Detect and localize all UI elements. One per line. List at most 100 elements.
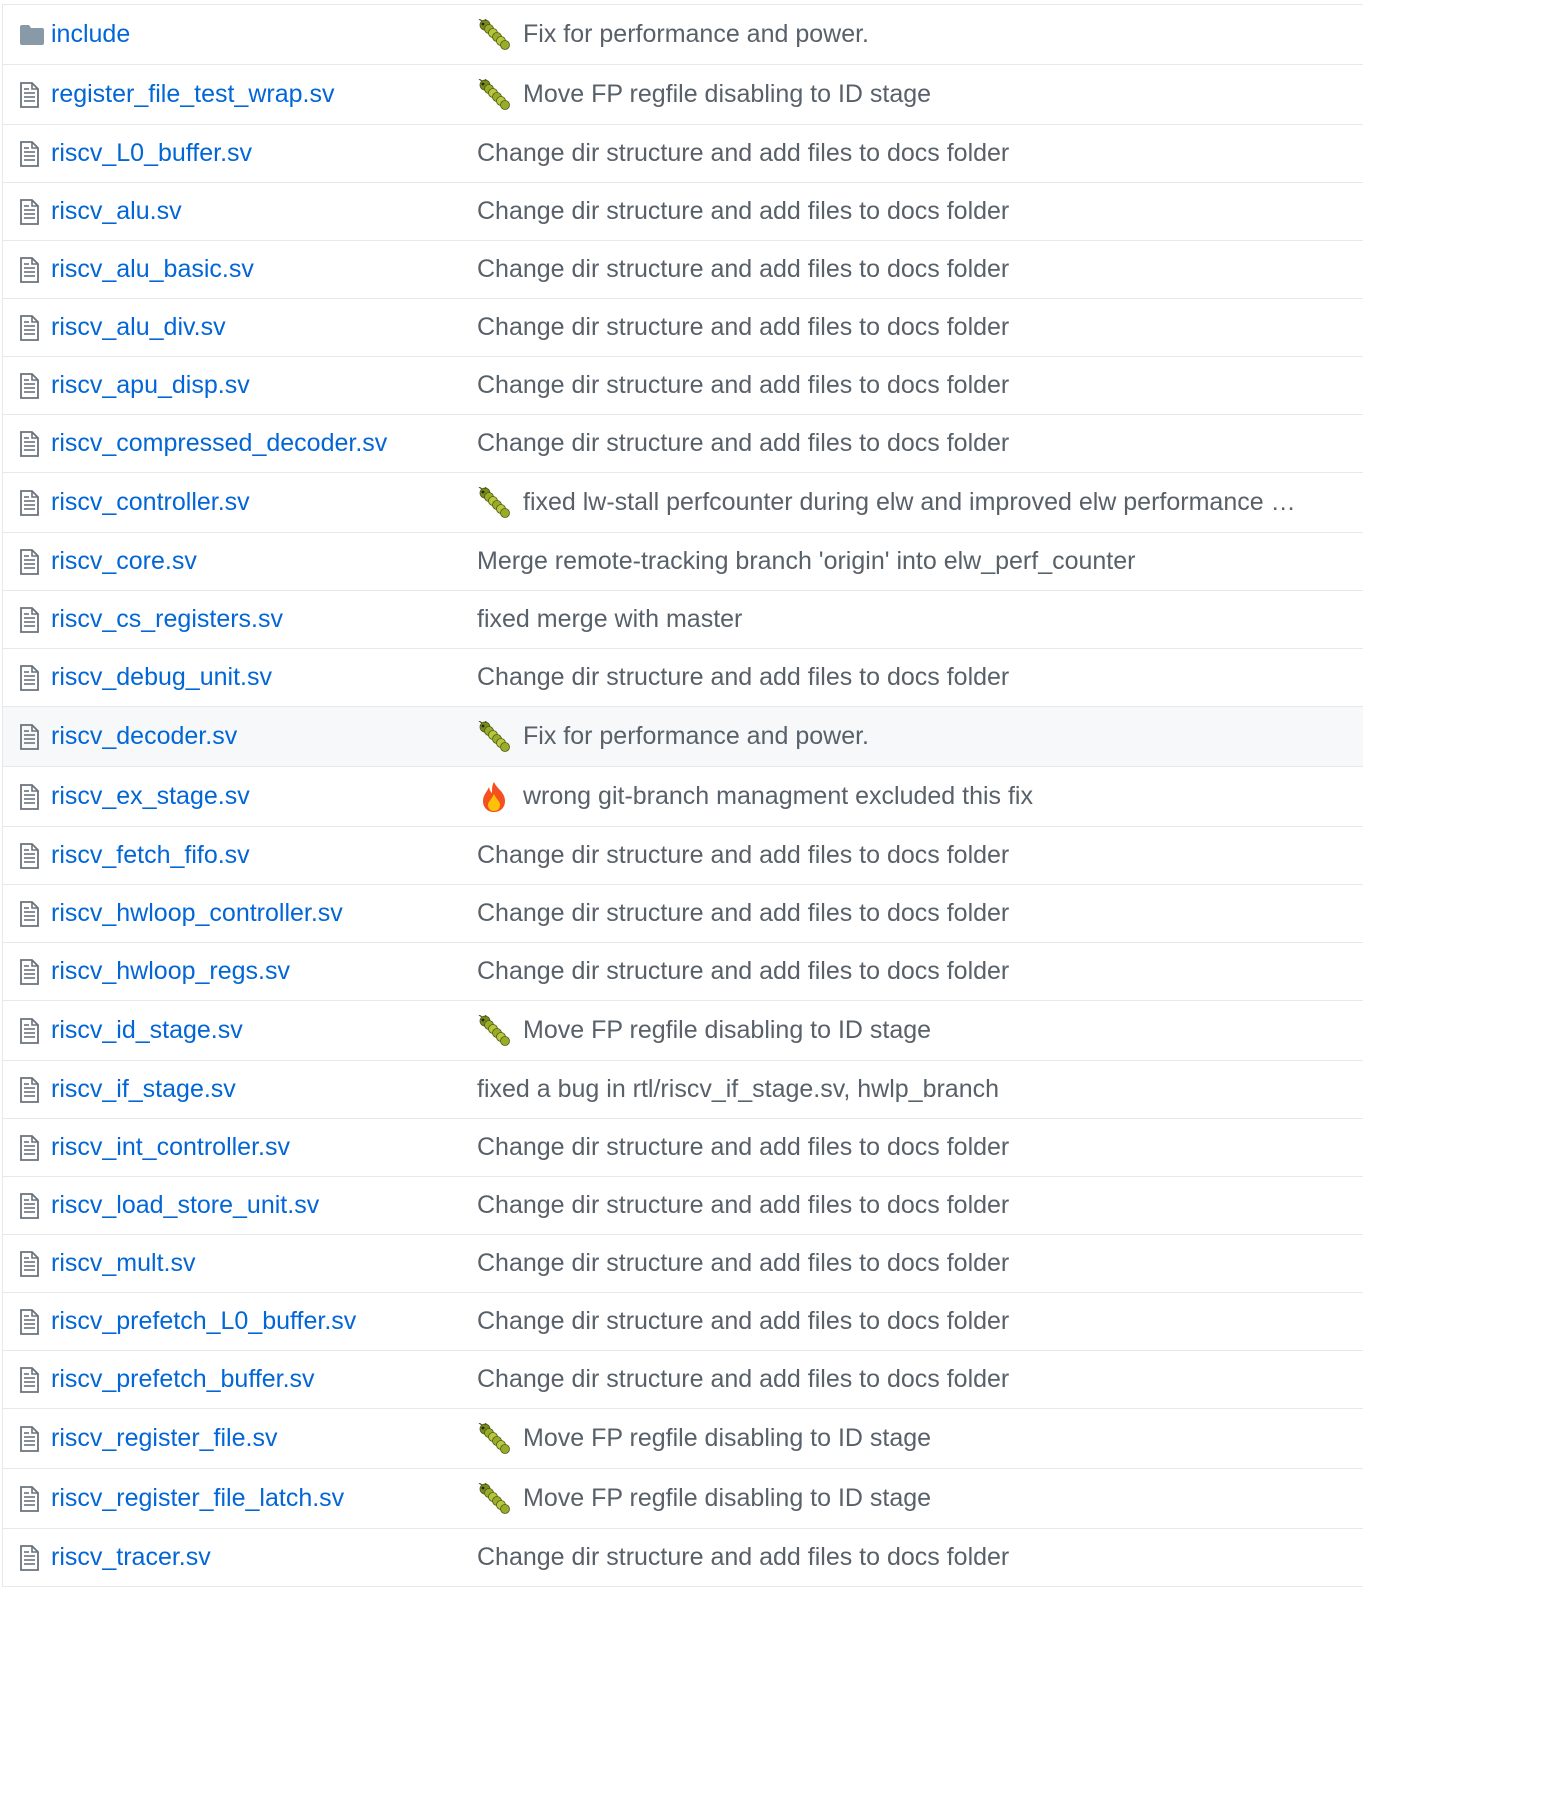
commit-message-cell: Move FP regfile disabling to ID stage xyxy=(477,1014,1363,1048)
file-link[interactable]: riscv_load_store_unit.sv xyxy=(51,1191,477,1220)
commit-message-link[interactable]: Merge remote-tracking branch 'origin' in… xyxy=(477,547,1135,576)
file-row: riscv_mult.sv Change dir structure and ad… xyxy=(3,1235,1363,1293)
file-row: riscv_alu.sv Change dir structure and add… xyxy=(3,183,1363,241)
commit-message-link[interactable]: Change dir structure and add files to do… xyxy=(477,841,1009,870)
file-link[interactable]: register_file_test_wrap.sv xyxy=(51,80,477,109)
file-link[interactable]: riscv_tracer.sv xyxy=(51,1543,477,1572)
directory-row: include Fix for performance and power. xyxy=(3,5,1363,65)
file-icon xyxy=(3,489,51,516)
commit-message-link[interactable]: Fix for performance and power. xyxy=(523,722,869,751)
file-link[interactable]: riscv_core.sv xyxy=(51,547,477,576)
commit-message-link[interactable]: Move FP regfile disabling to ID stage xyxy=(523,80,931,109)
commit-message-link[interactable]: Move FP regfile disabling to ID stage xyxy=(523,1424,931,1453)
file-row: riscv_prefetch_buffer.sv Change dir struc… xyxy=(3,1351,1363,1409)
commit-message-link[interactable]: Change dir structure and add files to do… xyxy=(477,429,1009,458)
file-row: riscv_debug_unit.sv Change dir structure … xyxy=(3,649,1363,707)
commit-message-link[interactable]: Move FP regfile disabling to ID stage xyxy=(523,1016,931,1045)
file-link[interactable]: riscv_hwloop_controller.sv xyxy=(51,899,477,928)
commit-message-link[interactable]: Change dir structure and add files to do… xyxy=(477,899,1009,928)
file-link[interactable]: riscv_mult.sv xyxy=(51,1249,477,1278)
file-row: riscv_hwloop_controller.sv Change dir str… xyxy=(3,885,1363,943)
file-link[interactable]: riscv_apu_disp.sv xyxy=(51,371,477,400)
file-row: riscv_int_controller.sv Change dir struct… xyxy=(3,1119,1363,1177)
caterpillar-icon xyxy=(477,1014,511,1048)
file-icon xyxy=(3,900,51,927)
file-icon xyxy=(3,1134,51,1161)
file-row: riscv_compressed_decoder.sv Change dir st… xyxy=(3,415,1363,473)
commit-message-cell: Change dir structure and add files to do… xyxy=(477,899,1363,928)
file-link[interactable]: riscv_controller.sv xyxy=(51,488,477,517)
file-link[interactable]: riscv_cs_registers.sv xyxy=(51,605,477,634)
commit-message-cell: Move FP regfile disabling to ID stage xyxy=(477,78,1363,112)
commit-message-link[interactable]: Change dir structure and add files to do… xyxy=(477,255,1009,284)
file-row: riscv_ex_stage.sv wrong git-branch managm… xyxy=(3,767,1363,827)
commit-message-cell: Change dir structure and add files to do… xyxy=(477,255,1363,284)
file-icon xyxy=(3,140,51,167)
commit-message-link[interactable]: fixed lw-stall perfcounter during elw an… xyxy=(523,488,1296,517)
file-link[interactable]: riscv_fetch_fifo.sv xyxy=(51,841,477,870)
file-link[interactable]: riscv_ex_stage.sv xyxy=(51,782,477,811)
file-link[interactable]: riscv_register_file.sv xyxy=(51,1424,477,1453)
commit-message-cell: Change dir structure and add files to do… xyxy=(477,139,1363,168)
commit-message-cell: Change dir structure and add files to do… xyxy=(477,1133,1363,1162)
commit-message-link[interactable]: fixed a bug in rtl/riscv_if_stage.sv, hw… xyxy=(477,1075,999,1104)
commit-message-cell: Change dir structure and add files to do… xyxy=(477,957,1363,986)
file-row: riscv_cs_registers.sv fixed merge with ma… xyxy=(3,591,1363,649)
file-link[interactable]: riscv_hwloop_regs.sv xyxy=(51,957,477,986)
commit-message-link[interactable]: Change dir structure and add files to do… xyxy=(477,139,1009,168)
commit-message-cell: Change dir structure and add files to do… xyxy=(477,1307,1363,1336)
file-link[interactable]: riscv_alu_basic.sv xyxy=(51,255,477,284)
commit-message-cell: wrong git-branch managment excluded this… xyxy=(477,780,1363,814)
file-link[interactable]: riscv_id_stage.sv xyxy=(51,1016,477,1045)
commit-message-link[interactable]: Change dir structure and add files to do… xyxy=(477,957,1009,986)
file-row: riscv_core.sv Merge remote-tracking branc… xyxy=(3,533,1363,591)
file-link[interactable]: riscv_prefetch_buffer.sv xyxy=(51,1365,477,1394)
file-icon xyxy=(3,1250,51,1277)
commit-message-link[interactable]: Change dir structure and add files to do… xyxy=(477,1365,1009,1394)
commit-message-link[interactable]: fixed merge with master xyxy=(477,605,742,634)
file-link[interactable]: riscv_int_controller.sv xyxy=(51,1133,477,1162)
commit-message-cell: Change dir structure and add files to do… xyxy=(477,1543,1363,1572)
commit-message-cell: Move FP regfile disabling to ID stage xyxy=(477,1482,1363,1516)
commit-message-link[interactable]: Change dir structure and add files to do… xyxy=(477,371,1009,400)
file-link[interactable]: riscv_if_stage.sv xyxy=(51,1075,477,1104)
file-icon xyxy=(3,256,51,283)
file-row: riscv_if_stage.sv fixed a bug in rtl/risc… xyxy=(3,1061,1363,1119)
folder-icon xyxy=(3,24,51,46)
file-icon xyxy=(3,198,51,225)
file-link[interactable]: riscv_debug_unit.sv xyxy=(51,663,477,692)
commit-message-link[interactable]: Change dir structure and add files to do… xyxy=(477,1249,1009,1278)
commit-message-cell: Fix for performance and power. xyxy=(477,18,1363,52)
commit-message-cell: fixed lw-stall perfcounter during elw an… xyxy=(477,486,1363,520)
commit-message-link[interactable]: Change dir structure and add files to do… xyxy=(477,1543,1009,1572)
file-link[interactable]: riscv_compressed_decoder.sv xyxy=(51,429,477,458)
file-row: riscv_tracer.sv Change dir structure and … xyxy=(3,1529,1363,1587)
file-link[interactable]: riscv_alu_div.sv xyxy=(51,313,477,342)
file-link[interactable]: riscv_decoder.sv xyxy=(51,722,477,751)
file-link[interactable]: riscv_alu.sv xyxy=(51,197,477,226)
file-link[interactable]: riscv_register_file_latch.sv xyxy=(51,1484,477,1513)
commit-message-cell: Change dir structure and add files to do… xyxy=(477,663,1363,692)
file-row: riscv_id_stage.sv Move FP regfile disabli… xyxy=(3,1001,1363,1061)
commit-message-link[interactable]: Change dir structure and add files to do… xyxy=(477,1191,1009,1220)
file-link[interactable]: riscv_prefetch_L0_buffer.sv xyxy=(51,1307,477,1336)
file-icon xyxy=(3,1485,51,1512)
commit-message-cell: Merge remote-tracking branch 'origin' in… xyxy=(477,547,1363,576)
commit-message-cell: Change dir structure and add files to do… xyxy=(477,1249,1363,1278)
file-icon xyxy=(3,842,51,869)
commit-message-link[interactable]: Change dir structure and add files to do… xyxy=(477,313,1009,342)
commit-message-link[interactable]: Change dir structure and add files to do… xyxy=(477,1133,1009,1162)
file-icon xyxy=(3,1544,51,1571)
file-row: register_file_test_wrap.sv Move FP regfil… xyxy=(3,65,1363,125)
commit-message-cell: Change dir structure and add files to do… xyxy=(477,429,1363,458)
caterpillar-icon xyxy=(477,486,511,520)
directory-link[interactable]: include xyxy=(51,20,477,49)
commit-message-link[interactable]: Fix for performance and power. xyxy=(523,20,869,49)
commit-message-link[interactable]: wrong git-branch managment excluded this… xyxy=(523,782,1033,811)
file-link[interactable]: riscv_L0_buffer.sv xyxy=(51,139,477,168)
file-icon xyxy=(3,783,51,810)
commit-message-link[interactable]: Change dir structure and add files to do… xyxy=(477,663,1009,692)
commit-message-link[interactable]: Change dir structure and add files to do… xyxy=(477,1307,1009,1336)
commit-message-link[interactable]: Change dir structure and add files to do… xyxy=(477,197,1009,226)
commit-message-link[interactable]: Move FP regfile disabling to ID stage xyxy=(523,1484,931,1513)
